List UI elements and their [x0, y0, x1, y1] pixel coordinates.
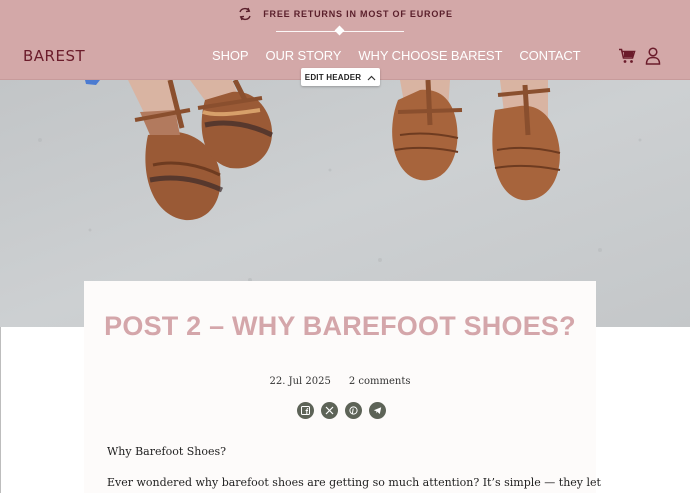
cart-icon[interactable]: [618, 48, 636, 64]
announcement-text: FREE RETURNS IN MOST OF EUROPE: [263, 9, 453, 19]
comments-link[interactable]: 2 comments: [349, 376, 411, 387]
share-buttons: [297, 402, 386, 419]
site-logo[interactable]: BAREST: [23, 47, 85, 65]
header-divider: [276, 25, 404, 36]
announcement-bar: FREE RETURNS IN MOST OF EUROPE: [0, 5, 690, 23]
post-paragraph-2: Ever wondered why barefoot shoes are get…: [107, 476, 601, 489]
user-icon[interactable]: [645, 47, 661, 65]
edit-header-button[interactable]: EDIT HEADER: [301, 68, 380, 86]
facebook-icon[interactable]: [297, 402, 314, 419]
pinterest-icon[interactable]: [345, 402, 362, 419]
x-icon[interactable]: [321, 402, 338, 419]
post-date: 22. Jul 2025: [269, 376, 331, 387]
nav-contact[interactable]: CONTACT: [519, 48, 580, 63]
chevron-up-icon: [367, 68, 376, 86]
nav-shop[interactable]: SHOP: [212, 48, 249, 63]
post-paragraph-1: Why Barefoot Shoes?: [107, 445, 227, 458]
returns-arrows-icon: [237, 6, 253, 22]
edit-header-label: EDIT HEADER: [304, 72, 362, 82]
nav-our-story[interactable]: OUR STORY: [265, 48, 341, 63]
main-nav: SHOP OUR STORY WHY CHOOSE BAREST CONTACT: [212, 48, 581, 63]
post-meta: 22. Jul 2025 2 comments: [84, 376, 596, 387]
article-card: POST 2 – WHY BAREFOOT SHOES? 22. Jul 202…: [84, 281, 601, 493]
diamond-ornament-icon: [334, 25, 345, 36]
nav-why-choose-barest[interactable]: WHY CHOOSE BAREST: [358, 48, 502, 63]
post-title: POST 2 – WHY BAREFOOT SHOES?: [104, 311, 576, 341]
telegram-icon[interactable]: [369, 402, 386, 419]
